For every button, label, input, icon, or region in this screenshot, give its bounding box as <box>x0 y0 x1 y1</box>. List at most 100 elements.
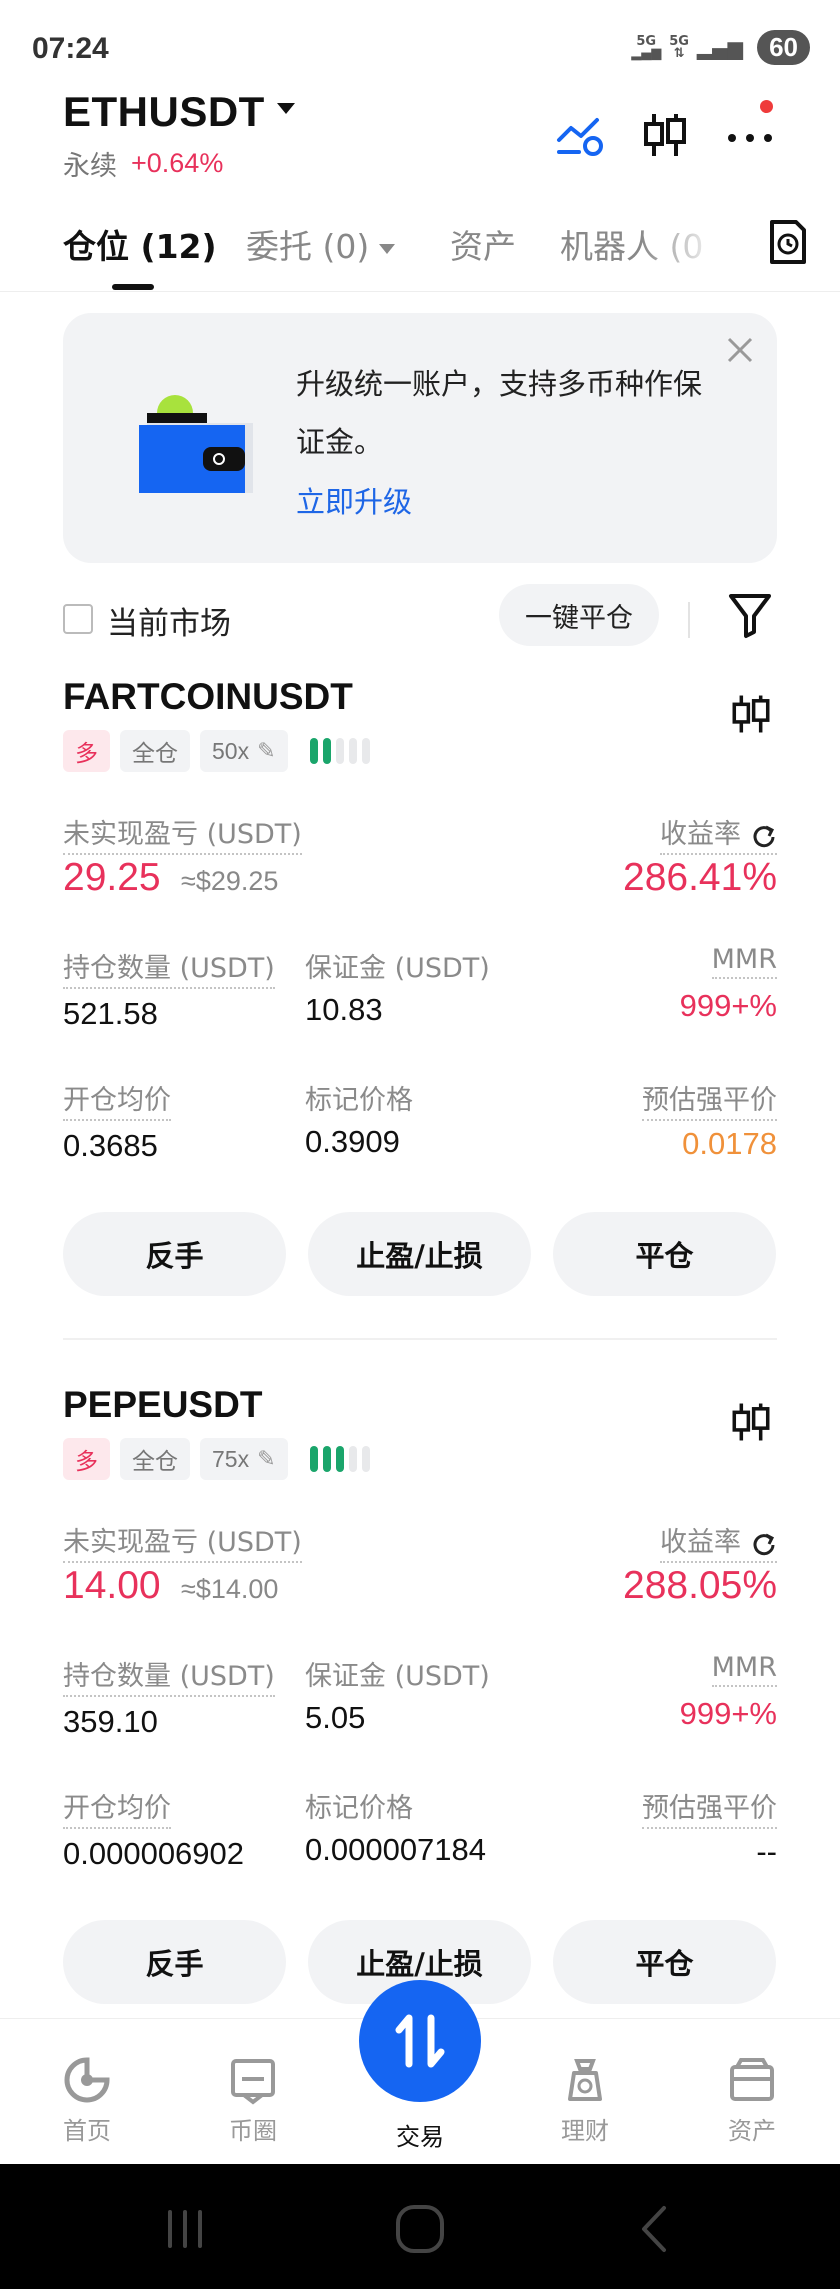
entry-price-label: 开仓均价 <box>63 1078 171 1121</box>
nav-finance[interactable]: 理财 <box>535 2055 635 2146</box>
wallet-illustration-icon <box>133 385 253 495</box>
symbol-subinfo: 永续 +0.64% <box>63 144 223 183</box>
signal-bars-icon: ▂▄▆ <box>696 35 744 60</box>
roe-value: 288.05% <box>623 1564 777 1607</box>
adl-indicator <box>309 1446 370 1472</box>
unrealized-pnl-label: 未实现盈亏 (USDT) <box>63 1520 302 1563</box>
side-badge: 多 <box>63 1438 110 1480</box>
reverse-button[interactable]: 反手 <box>63 1920 286 2004</box>
symbol-name: ETHUSDT <box>63 88 265 135</box>
roe-label: 收益率 <box>660 1520 777 1563</box>
recent-apps-icon[interactable] <box>158 2202 212 2256</box>
position-card: PEPEUSDT 多 全仓 75x ✎ 未实现盈亏 (USDT) 收益率 14.0… <box>63 1384 777 2004</box>
nav-feed[interactable]: 币圈 <box>203 2055 303 2146</box>
trade-icon[interactable] <box>359 1980 481 2102</box>
unrealized-pnl-value: 14.00 <box>63 1564 161 1607</box>
leverage-badge[interactable]: 75x ✎ <box>200 1438 288 1480</box>
candlestick-icon[interactable] <box>729 690 773 738</box>
upgrade-banner: 升级统一账户，支持多币种作保证金。 立即升级 <box>63 313 777 563</box>
home-icon <box>64 2057 110 2103</box>
side-badge: 多 <box>63 730 110 772</box>
position-size-value: 521.58 <box>63 996 158 1031</box>
candlestick-icon[interactable] <box>640 110 690 160</box>
mark-price-value: 0.3909 <box>305 1124 400 1159</box>
position-card: FARTCOINUSDT 多 全仓 50x ✎ 未实现盈亏 (USDT) 收益率 … <box>63 676 777 1296</box>
unrealized-pnl-label: 未实现盈亏 (USDT) <box>63 812 302 855</box>
home-button-icon[interactable] <box>393 2202 447 2256</box>
margin-value: 10.83 <box>305 992 383 1027</box>
divider <box>63 1338 777 1340</box>
nav-label: 理财 <box>561 2117 609 2145</box>
status-bar: 07:24 5G ▂▄▆ 5G ⇅ ▂▄▆ 60 <box>0 0 840 80</box>
filter-icon[interactable] <box>727 590 773 640</box>
tab-active-indicator <box>112 284 154 290</box>
position-symbol[interactable]: PEPEUSDT <box>63 1384 262 1426</box>
banner-text: 升级统一账户，支持多币种作保证金。 <box>296 367 703 459</box>
margin-label: 保证金 (USDT) <box>305 1661 490 1692</box>
reverse-button[interactable]: 反手 <box>63 1212 286 1296</box>
entry-price-value: 0.3685 <box>63 1128 158 1163</box>
contract-type: 永续 <box>63 151 117 182</box>
tab-assets[interactable]: 资产 <box>450 220 516 268</box>
tp-sl-button[interactable]: 止盈/止损 <box>308 1212 531 1296</box>
liq-price-label: 预估强平价 <box>642 1786 777 1829</box>
tab-orders[interactable]: 委托 (0) <box>246 220 396 268</box>
history-icon[interactable] <box>766 218 810 266</box>
caret-down-icon <box>276 102 295 114</box>
price-change: +0.64% <box>131 148 224 178</box>
nav-assets[interactable]: 资产 <box>702 2055 802 2146</box>
nav-home[interactable]: 首页 <box>37 2055 137 2146</box>
position-size-label: 持仓数量 (USDT) <box>63 946 275 989</box>
mark-price-value: 0.000007184 <box>305 1832 487 1867</box>
upgrade-now-link[interactable]: 立即升级 <box>296 479 412 521</box>
current-market-label[interactable]: 当前市场 <box>107 598 231 643</box>
margin-mode-badge[interactable]: 全仓 <box>120 730 190 772</box>
position-symbol[interactable]: FARTCOINUSDT <box>63 676 353 718</box>
margin-mode-badge[interactable]: 全仓 <box>120 1438 190 1480</box>
close-position-button[interactable]: 平仓 <box>553 1920 776 2004</box>
wallet-icon <box>730 2058 774 2101</box>
adl-indicator <box>309 738 370 764</box>
tab-fade <box>640 200 720 288</box>
mmr-value: 999+% <box>679 988 777 1023</box>
edit-icon: ✎ <box>257 1446 276 1471</box>
tab-bar: 仓位 (12) 委托 (0) 资产 机器人 (0 <box>0 200 840 292</box>
position-tags: 多 全仓 75x ✎ <box>63 1438 370 1480</box>
nav-label: 首页 <box>63 2117 111 2145</box>
roe-label: 收益率 <box>660 812 777 855</box>
candlestick-icon[interactable] <box>729 1398 773 1446</box>
mark-price-label: 标记价格 <box>305 1793 413 1824</box>
signal-5g-data-icon: 5G ⇅ <box>669 33 689 61</box>
entry-price-value: 0.000006902 <box>63 1836 245 1871</box>
separator <box>688 602 690 638</box>
feed-icon <box>231 2059 275 2105</box>
position-size-value: 359.10 <box>63 1704 158 1739</box>
leverage-badge[interactable]: 50x ✎ <box>200 730 288 772</box>
nav-trade[interactable]: 交易 <box>370 2117 470 2152</box>
close-icon[interactable] <box>725 335 755 365</box>
battery-indicator: 60 <box>757 30 810 65</box>
mmr-label: MMR <box>711 944 777 979</box>
pnl-usd-value: ≈$14.00 <box>181 1574 279 1604</box>
margin-label: 保证金 (USDT) <box>305 953 490 984</box>
status-icons: 5G ▂▄▆ 5G ⇅ ▂▄▆ 60 <box>631 30 810 65</box>
system-nav-bar <box>0 2164 840 2289</box>
notification-dot <box>760 100 773 113</box>
back-icon[interactable] <box>628 2202 682 2256</box>
current-market-checkbox[interactable] <box>63 604 93 634</box>
strategy-chart-icon[interactable] <box>555 110 605 160</box>
header: ETHUSDT 永续 +0.64% <box>0 80 840 190</box>
close-position-button[interactable]: 平仓 <box>553 1212 776 1296</box>
symbol-selector[interactable]: ETHUSDT <box>63 88 295 136</box>
tab-positions[interactable]: 仓位 (12) <box>63 220 217 268</box>
close-all-button[interactable]: 一键平仓 <box>499 584 659 646</box>
share-icon <box>753 825 775 847</box>
more-icon[interactable] <box>725 100 775 160</box>
status-time: 07:24 <box>32 32 109 65</box>
nav-label: 币圈 <box>229 2117 277 2145</box>
liq-price-value: 0.0178 <box>682 1126 777 1161</box>
nav-label: 资产 <box>728 2117 776 2145</box>
liq-price-value: -- <box>756 1834 777 1869</box>
share-icon <box>753 1533 775 1555</box>
mmr-label: MMR <box>711 1652 777 1687</box>
